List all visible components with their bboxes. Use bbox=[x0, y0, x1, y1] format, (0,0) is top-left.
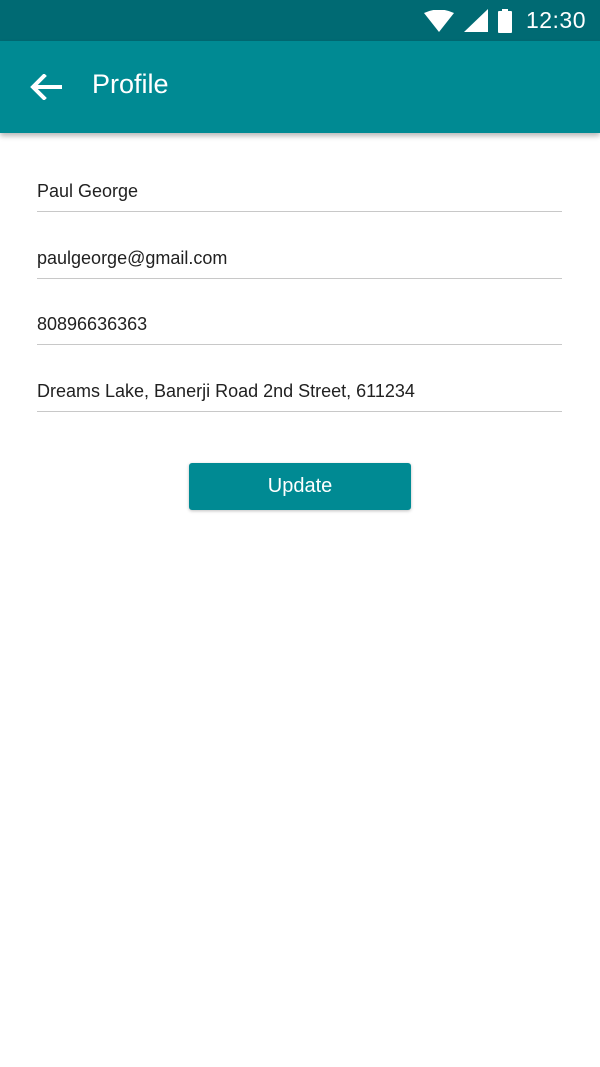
status-time: 12:30 bbox=[525, 7, 586, 33]
address-field[interactable]: Dreams Lake, Banerji Road 2nd Street, 61… bbox=[37, 371, 562, 412]
wifi-icon bbox=[423, 9, 454, 32]
cell-signal-icon bbox=[463, 9, 488, 32]
page-title: Profile bbox=[92, 69, 169, 99]
phone-field[interactable]: 80896636363 bbox=[37, 304, 562, 345]
arrow-left-icon bbox=[30, 74, 62, 100]
app-bar: Profile bbox=[0, 41, 600, 133]
battery-icon bbox=[497, 8, 512, 33]
status-bar: 12:30 bbox=[0, 0, 600, 41]
status-icons: 12:30 bbox=[423, 0, 586, 41]
email-field[interactable]: paulgeorge@gmail.com bbox=[37, 238, 562, 279]
phone-value: 80896636363 bbox=[37, 314, 148, 334]
name-value: Paul George bbox=[37, 181, 139, 201]
update-button[interactable]: Update bbox=[189, 463, 411, 510]
back-button[interactable] bbox=[22, 63, 70, 111]
email-value: paulgeorge@gmail.com bbox=[37, 248, 228, 268]
name-field[interactable]: Paul George bbox=[37, 171, 562, 212]
address-value: Dreams Lake, Banerji Road 2nd Street, 61… bbox=[37, 381, 415, 401]
